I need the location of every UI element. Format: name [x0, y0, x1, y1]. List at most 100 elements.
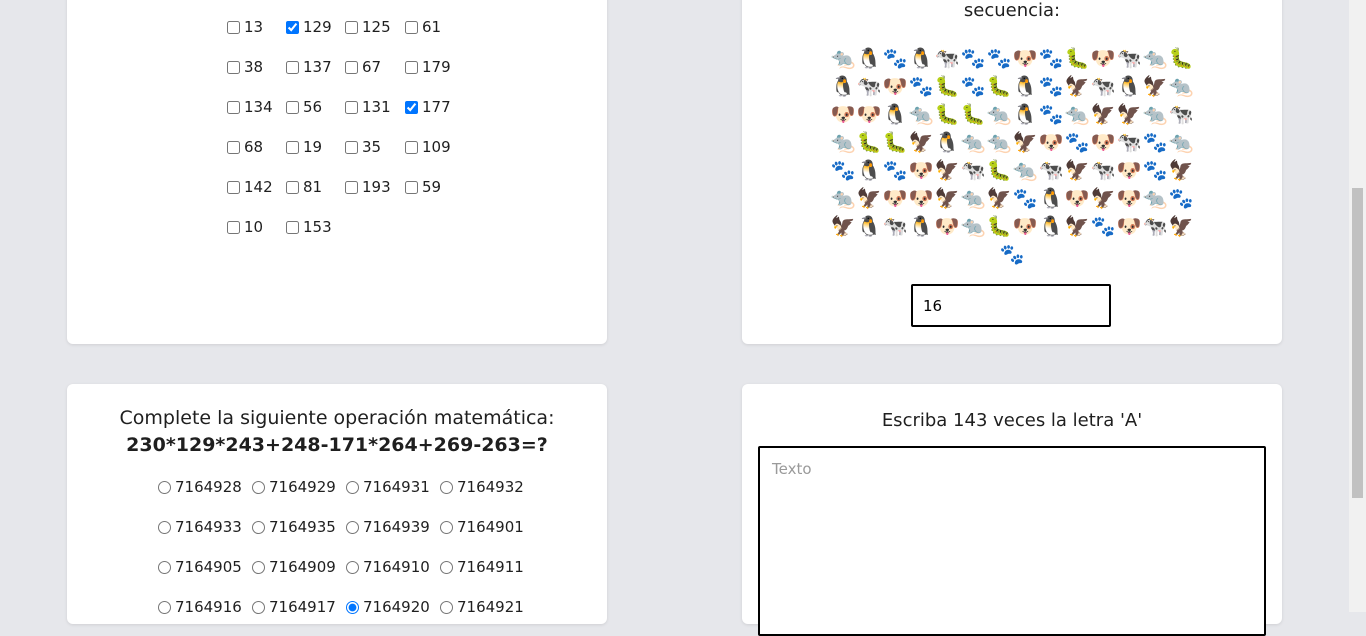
math-option[interactable]: 7164931	[346, 478, 440, 496]
checkbox-label: 61	[422, 18, 442, 36]
math-option[interactable]: 7164920	[346, 598, 440, 616]
radio-button[interactable]	[346, 560, 359, 574]
checkbox[interactable]	[345, 180, 358, 194]
penguin-icon: 🐧	[882, 102, 908, 126]
radio-button[interactable]	[440, 480, 453, 494]
checkbox-label: 59	[422, 178, 442, 196]
number-checkbox-option[interactable]: 125	[345, 18, 405, 36]
math-option[interactable]: 7164905	[158, 558, 252, 576]
math-option[interactable]: 7164911	[440, 558, 534, 576]
penguin-icon: 🐧	[1012, 102, 1038, 126]
caterpillar-icon: 🐛	[986, 74, 1012, 98]
cow-icon: 🐄	[1168, 102, 1194, 126]
checkbox[interactable]	[405, 20, 418, 34]
checkbox[interactable]	[286, 100, 299, 114]
number-checkbox-option[interactable]: 13	[227, 18, 286, 36]
math-option[interactable]: 7164933	[158, 518, 252, 536]
math-option[interactable]: 7164929	[252, 478, 346, 496]
math-options-grid: 7164928 7164929 7164931 7164932 7164933 71649…	[158, 478, 534, 616]
math-option[interactable]: 7164921	[440, 598, 534, 616]
checkbox[interactable]	[405, 100, 418, 114]
checkbox[interactable]	[345, 140, 358, 154]
number-checkbox-option[interactable]: 56	[286, 98, 345, 116]
checkbox[interactable]	[405, 180, 418, 194]
checkbox[interactable]	[227, 180, 240, 194]
text-answer-area[interactable]	[758, 446, 1266, 636]
checkbox[interactable]	[227, 100, 240, 114]
checkbox[interactable]	[227, 60, 240, 74]
checkbox[interactable]	[227, 220, 240, 234]
checkbox[interactable]	[286, 140, 299, 154]
radio-button[interactable]	[158, 480, 171, 494]
scrollbar-thumb[interactable]	[1352, 188, 1363, 498]
radio-button[interactable]	[252, 480, 265, 494]
math-option[interactable]: 7164901	[440, 518, 534, 536]
radio-button[interactable]	[158, 560, 171, 574]
number-checkbox-option[interactable]: 67	[345, 58, 405, 76]
number-checkbox-option[interactable]: 109	[405, 138, 465, 156]
math-option[interactable]: 7164916	[158, 598, 252, 616]
number-checkbox-option[interactable]: 59	[405, 178, 465, 196]
checkbox-label: 38	[244, 58, 264, 76]
math-option[interactable]: 7164939	[346, 518, 440, 536]
number-checkbox-option[interactable]: 61	[405, 18, 465, 36]
number-checkbox-option[interactable]: 193	[345, 178, 405, 196]
number-checkbox-option[interactable]: 19	[286, 138, 345, 156]
math-option[interactable]: 7164910	[346, 558, 440, 576]
radio-button[interactable]	[346, 480, 359, 494]
radio-button[interactable]	[440, 560, 453, 574]
checkbox[interactable]	[345, 100, 358, 114]
sequence-title: secuencia:	[963, 0, 1061, 21]
math-option[interactable]: 7164917	[252, 598, 346, 616]
radio-button[interactable]	[346, 520, 359, 534]
checkbox-label: 19	[303, 138, 323, 156]
penguin-icon: 🐧	[934, 130, 960, 154]
cow-icon: 🐄	[1116, 130, 1142, 154]
number-checkbox-option[interactable]: 177	[405, 98, 465, 116]
radio-button[interactable]	[252, 560, 265, 574]
number-checkbox-option[interactable]: 153	[286, 218, 345, 236]
rat-icon: 🐀	[830, 130, 856, 154]
number-checkbox-option[interactable]: 179	[405, 58, 465, 76]
math-option[interactable]: 7164932	[440, 478, 534, 496]
number-checkbox-option[interactable]: 137	[286, 58, 345, 76]
paw-icon: 🐾	[960, 46, 986, 70]
radio-button[interactable]	[158, 520, 171, 534]
checkbox[interactable]	[286, 220, 299, 234]
number-checkbox-option[interactable]: 35	[345, 138, 405, 156]
number-checkbox-option[interactable]: 68	[227, 138, 286, 156]
math-option[interactable]: 7164935	[252, 518, 346, 536]
number-checkbox-option[interactable]: 142	[227, 178, 286, 196]
number-checkbox-grid: 13 129 125 61 38 137 67 179 134 56 131 177 68 19 35 109…	[227, 18, 465, 236]
penguin-icon: 🐧	[856, 46, 882, 70]
checkbox[interactable]	[405, 60, 418, 74]
sequence-answer-input[interactable]	[911, 284, 1111, 327]
number-checkbox-option[interactable]: 10	[227, 218, 286, 236]
caterpillar-icon: 🐛	[986, 214, 1012, 238]
dog-icon: 🐶	[856, 102, 882, 126]
number-checkbox-option[interactable]: 81	[286, 178, 345, 196]
checkbox[interactable]	[286, 60, 299, 74]
number-checkbox-option[interactable]: 134	[227, 98, 286, 116]
number-checkbox-option[interactable]: 38	[227, 58, 286, 76]
rat-icon: 🐀	[960, 214, 986, 238]
checkbox[interactable]	[405, 140, 418, 154]
radio-button[interactable]	[252, 520, 265, 534]
number-checkbox-option[interactable]: 129	[286, 18, 345, 36]
eagle-icon: 🦅	[1142, 74, 1168, 98]
paw-icon: 🐾	[1038, 74, 1064, 98]
penguin-icon: 🐧	[1038, 214, 1064, 238]
eagle-icon: 🦅	[1012, 130, 1038, 154]
math-option[interactable]: 7164909	[252, 558, 346, 576]
checkbox[interactable]	[286, 180, 299, 194]
radio-button[interactable]	[440, 520, 453, 534]
checkbox[interactable]	[227, 20, 240, 34]
math-option[interactable]: 7164928	[158, 478, 252, 496]
rat-icon: 🐀	[1168, 130, 1194, 154]
checkbox[interactable]	[286, 20, 299, 34]
scrollbar-track[interactable]	[1349, 0, 1366, 612]
checkbox[interactable]	[345, 20, 358, 34]
checkbox[interactable]	[227, 140, 240, 154]
number-checkbox-option[interactable]: 131	[345, 98, 405, 116]
checkbox[interactable]	[345, 60, 358, 74]
